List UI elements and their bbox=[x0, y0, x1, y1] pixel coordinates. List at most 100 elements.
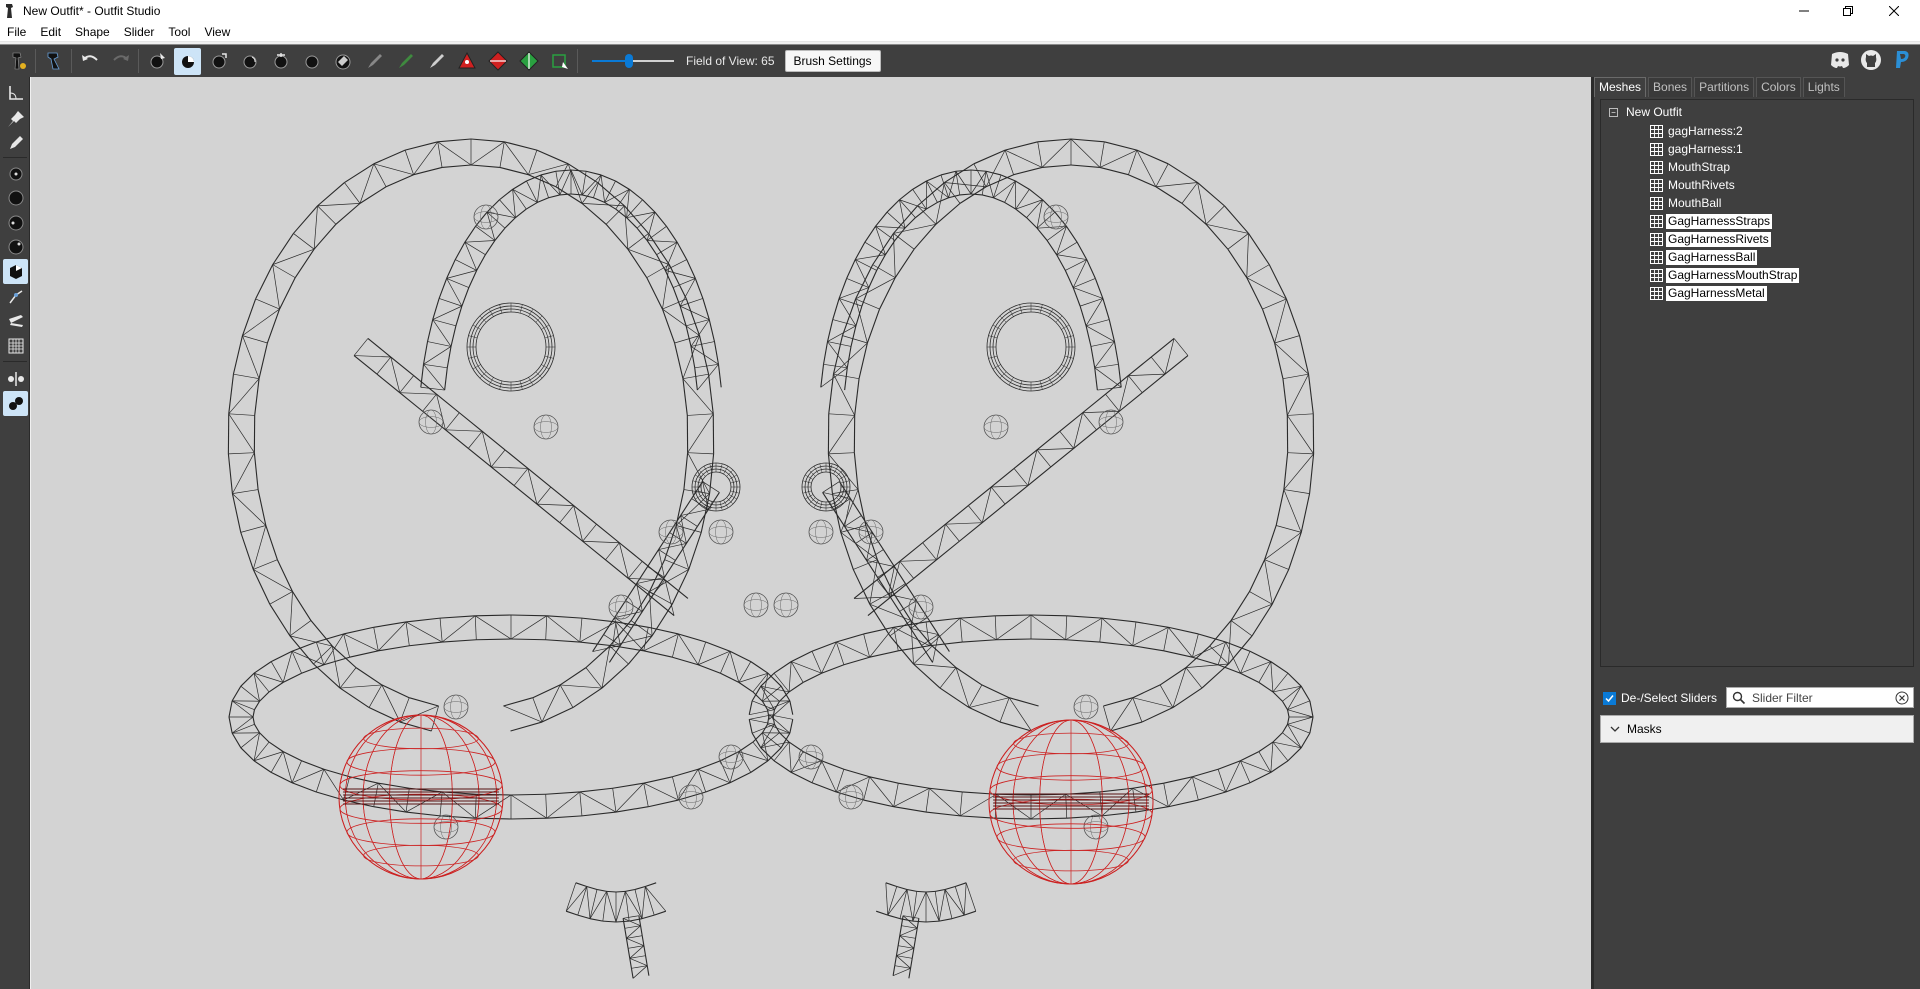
deselect-sliders-checkbox[interactable] bbox=[1603, 691, 1616, 705]
game-select-button[interactable] bbox=[4, 48, 31, 75]
tab-colors[interactable]: Colors bbox=[1756, 77, 1801, 97]
close-icon bbox=[1889, 6, 1899, 16]
mesh-tree-item-label: GagHarnessRivets bbox=[1666, 231, 1771, 247]
menu-file[interactable]: File bbox=[0, 22, 33, 42]
clear-filter-icon[interactable] bbox=[1895, 691, 1909, 705]
connected-only-toggle-button[interactable] bbox=[3, 391, 28, 416]
toolbar-separator bbox=[138, 49, 139, 73]
outfit-studio-app-icon bbox=[6, 4, 13, 18]
checkmark-icon bbox=[1605, 694, 1614, 702]
brush-size-medium-button[interactable] bbox=[3, 185, 28, 210]
mesh-tree-item[interactable]: GagHarnessStraps bbox=[1650, 212, 1773, 230]
menu-edit[interactable]: Edit bbox=[33, 22, 68, 42]
collapse-icon[interactable]: − bbox=[1609, 107, 1618, 117]
move-vertex-button[interactable] bbox=[546, 48, 573, 75]
mesh-tree-item[interactable]: GagHarnessBall bbox=[1650, 248, 1758, 266]
discord-icon bbox=[1831, 52, 1849, 68]
mesh-tree-item-label: GagHarnessBall bbox=[1666, 249, 1758, 265]
slider-filter-input[interactable] bbox=[1752, 690, 1892, 705]
mask-brush-button[interactable] bbox=[174, 47, 201, 75]
mesh-tree-item[interactable]: gagHarness:2 bbox=[1650, 122, 1745, 140]
collapse-vertex-button[interactable] bbox=[453, 48, 480, 75]
alt-game-button[interactable] bbox=[40, 48, 67, 75]
mesh-tree-item[interactable]: MouthBall bbox=[1650, 194, 1723, 212]
menu-view[interactable]: View bbox=[197, 22, 237, 42]
panel-tabs: Meshes Bones Partitions Colors Lights bbox=[1594, 77, 1920, 97]
select-brush-button[interactable] bbox=[143, 48, 170, 75]
eraser-icon bbox=[335, 54, 350, 70]
tab-partitions[interactable]: Partitions bbox=[1694, 77, 1755, 97]
maximize-button[interactable] bbox=[1826, 0, 1870, 22]
alpha-brush-icon bbox=[429, 54, 444, 68]
tab-bones[interactable]: Bones bbox=[1648, 77, 1693, 97]
masks-section-header[interactable]: Masks bbox=[1600, 715, 1914, 743]
mesh-tree-item[interactable]: MouthRivets bbox=[1650, 176, 1737, 194]
skyrim-game-icon bbox=[12, 52, 26, 70]
brush-strength-button[interactable] bbox=[3, 234, 28, 259]
3d-viewport[interactable] bbox=[31, 77, 1591, 989]
flip-edge-button[interactable] bbox=[484, 48, 511, 75]
title-bar: New Outfit* - Outfit Studio bbox=[0, 0, 1920, 22]
fallout-game-icon bbox=[47, 52, 60, 70]
deflate-brush-button[interactable] bbox=[236, 48, 263, 75]
brush-falloff-button[interactable] bbox=[3, 210, 28, 235]
weight-brush-button[interactable] bbox=[360, 48, 387, 75]
wireframe-scene bbox=[227, 138, 1315, 979]
mesh-tree-item[interactable]: GagHarnessMetal bbox=[1650, 284, 1767, 302]
mesh-tree-item[interactable]: GagHarnessMouthStrap bbox=[1650, 266, 1800, 284]
connected-spheres-icon bbox=[8, 396, 23, 410]
minimize-icon bbox=[1799, 10, 1809, 12]
tab-meshes[interactable]: Meshes bbox=[1594, 77, 1647, 97]
menu-slider[interactable]: Slider bbox=[117, 22, 162, 42]
wireframe-toggle-button[interactable] bbox=[3, 333, 28, 358]
tree-root-outfit[interactable]: − New Outfit bbox=[1609, 104, 1682, 120]
paypal-button[interactable] bbox=[1890, 48, 1914, 72]
menu-tool[interactable]: Tool bbox=[161, 22, 197, 42]
mesh-tree-item[interactable]: gagHarness:1 bbox=[1650, 140, 1745, 158]
field-of-view-slider[interactable] bbox=[590, 51, 676, 71]
pivot-tool-button[interactable] bbox=[3, 106, 28, 131]
menu-shape[interactable]: Shape bbox=[68, 22, 117, 42]
mirror-toggle-button[interactable] bbox=[3, 366, 28, 391]
collapse-vertex-icon bbox=[457, 51, 476, 69]
split-edge-icon bbox=[518, 51, 539, 71]
tool-separator bbox=[3, 361, 27, 362]
discord-button[interactable] bbox=[1828, 48, 1852, 72]
pencil-icon bbox=[9, 135, 23, 149]
gag-ball-left-wireframe bbox=[338, 714, 504, 880]
mesh-tree-item-label: MouthBall bbox=[1668, 195, 1722, 210]
vertex-edit-tool-button[interactable] bbox=[3, 130, 28, 155]
tab-lights[interactable]: Lights bbox=[1802, 77, 1845, 97]
inflate-brush-button[interactable] bbox=[205, 48, 232, 75]
chevron-down-icon bbox=[1610, 726, 1620, 732]
color-brush-button[interactable] bbox=[391, 48, 418, 75]
close-window-button[interactable] bbox=[1872, 0, 1916, 22]
redo-button[interactable] bbox=[107, 48, 134, 75]
mesh-tree-item[interactable]: MouthStrap bbox=[1650, 158, 1732, 176]
select-brush-icon bbox=[150, 53, 165, 69]
minimize-button[interactable] bbox=[1782, 0, 1826, 22]
mesh-tree-item-label: MouthRivets bbox=[1668, 177, 1735, 192]
mask-brush-icon bbox=[181, 56, 194, 68]
bones-view-button[interactable] bbox=[3, 308, 28, 333]
mesh-tree-item-label: GagHarnessStraps bbox=[1666, 213, 1773, 229]
smooth-brush-icon bbox=[305, 55, 318, 69]
alpha-brush-button[interactable] bbox=[422, 48, 449, 75]
smooth-brush-button[interactable] bbox=[298, 48, 325, 75]
github-button[interactable] bbox=[1859, 48, 1883, 72]
transform-tool-button[interactable] bbox=[3, 80, 28, 105]
mesh-tree-item[interactable]: GagHarnessRivets bbox=[1650, 230, 1771, 248]
split-edge-button[interactable] bbox=[515, 48, 542, 75]
brush-size-small-button[interactable] bbox=[3, 161, 28, 186]
undiff-brush-button[interactable] bbox=[329, 48, 356, 75]
deflate-brush-icon bbox=[243, 55, 256, 69]
undo-button[interactable] bbox=[76, 48, 103, 75]
color-brush-icon bbox=[398, 54, 413, 68]
bone-icon bbox=[8, 314, 23, 327]
bone-tool-button[interactable] bbox=[3, 284, 28, 309]
brush-settings-button[interactable]: Brush Settings bbox=[784, 50, 881, 72]
fov-slider-thumb[interactable] bbox=[624, 54, 633, 68]
select-mesh-tool-button[interactable] bbox=[3, 259, 28, 284]
brush-strength-icon bbox=[8, 239, 23, 254]
move-brush-button[interactable] bbox=[267, 48, 294, 75]
